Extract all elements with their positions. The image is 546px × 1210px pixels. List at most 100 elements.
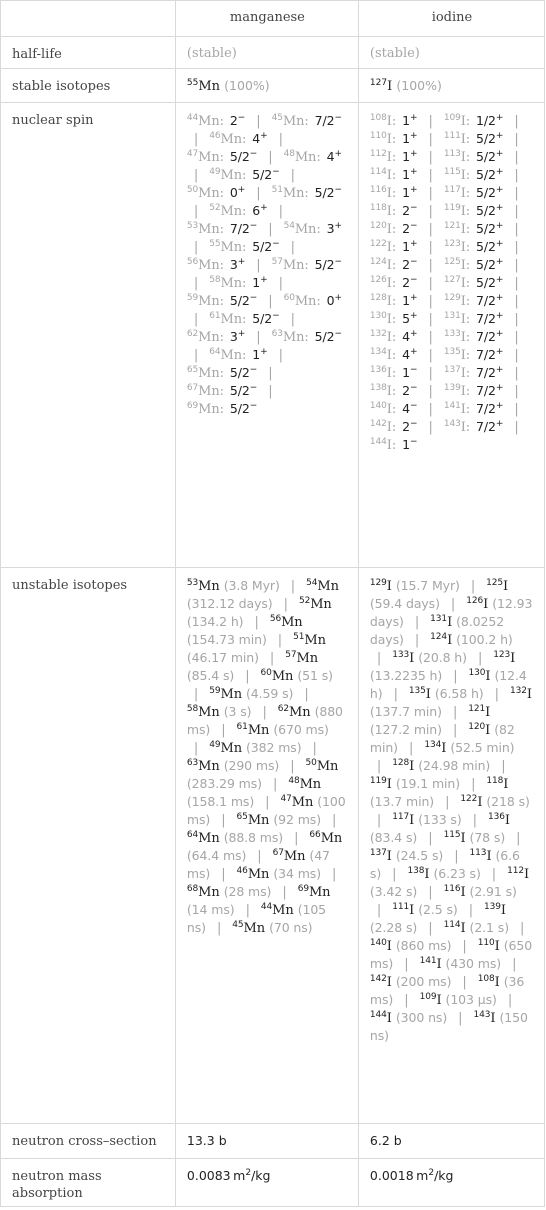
mass-number: 52 (298, 596, 311, 606)
mass-number: 138 (407, 866, 425, 876)
spin: 5/2 (229, 401, 250, 416)
element-symbol: I: (460, 114, 471, 129)
spin: 5/2 (476, 185, 496, 200)
spin: 2 (229, 113, 238, 128)
element-symbol: I (503, 777, 509, 792)
spin-value: 4+ (402, 347, 417, 362)
spin: 1 (402, 167, 410, 182)
mass-number: 50 (305, 758, 317, 768)
element-symbol: I: (386, 276, 397, 291)
separator: | (193, 741, 199, 756)
element-symbol: I: (386, 366, 397, 381)
spin-value: 5/2− (315, 257, 342, 272)
separator: | (462, 939, 467, 954)
parity: + (409, 113, 418, 123)
half-life: (2.91 s) (469, 884, 517, 899)
mass-number: 128 (392, 758, 410, 768)
mass-number: 126 (369, 275, 387, 285)
element-symbol: Mn (317, 579, 339, 594)
unstable-isotope-entry: 117I (133 s) (392, 812, 461, 828)
separator: | (193, 204, 199, 219)
mass-number: 119 (369, 776, 387, 786)
half-life: (2.5 s) (418, 902, 458, 917)
row-label: stable isotopes (0, 68, 176, 103)
separator: | (193, 687, 199, 702)
half-life: (59.4 days) (369, 596, 440, 611)
element-symbol: I: (460, 348, 471, 363)
mass-number: 68 (186, 884, 199, 894)
element-symbol: I (409, 813, 415, 828)
parity: − (409, 401, 418, 411)
spin: 4 (252, 131, 261, 146)
spin-value: 2− (402, 221, 417, 236)
mass-number: 112 (507, 866, 525, 876)
mass-number: 45 (232, 920, 244, 930)
spin-value: 5/2− (230, 293, 257, 308)
separator: | (428, 312, 433, 327)
separator: | (257, 849, 262, 864)
half-life: (78 s) (469, 830, 506, 845)
spin: 5/2 (252, 311, 273, 326)
row-neutron-mass-absorption: neutron mass absorption 0.0083 m2/kg 0.0… (0, 1158, 546, 1207)
mass-number: 58 (186, 704, 199, 714)
nuclear-spin-entry: 48Mn: 4+ (284, 149, 342, 165)
unstable-isotope-entry: 64Mn (88.8 ms) (187, 830, 284, 846)
parity: + (495, 311, 504, 321)
spin: 5/2 (252, 239, 273, 254)
mass-number: 60 (260, 668, 272, 678)
half-life: (88.8 ms) (223, 830, 284, 845)
mass-number: 126 (466, 596, 484, 606)
spin-value: 5/2− (230, 149, 257, 164)
element-symbol: Mn: (294, 222, 321, 237)
unstable-isotope-entry: 63Mn (290 ms) (187, 758, 279, 774)
spin: 5/2 (314, 185, 335, 200)
element-symbol: I (386, 579, 392, 594)
element-symbol: I: (386, 384, 397, 399)
mass-number: 127 (443, 275, 461, 285)
separator: | (278, 132, 283, 147)
half-life: (154.73 min) (186, 632, 267, 647)
half-life: (382 ms) (246, 740, 302, 755)
nuclear-spin-entry: 59Mn: 5/2− (187, 293, 257, 309)
separator: | (393, 687, 398, 702)
separator: | (428, 420, 433, 435)
mass-number: 58 (209, 275, 221, 285)
iodine-neutron-cross-section: 6.2 b (357, 1123, 546, 1159)
spin: 4 (402, 329, 410, 344)
mass-number: 49 (209, 167, 221, 177)
separator: | (514, 222, 519, 237)
half-life: (13.2235 h) (369, 668, 443, 683)
manganese-nuclear-spin-list: 44Mn: 2− | 45Mn: 7/2− | 46Mn: 4+ | 47Mn: 5/2… (174, 102, 359, 568)
half-life: (83.4 s) (369, 830, 418, 845)
separator: | (514, 168, 519, 183)
element-symbol: I: (386, 132, 397, 147)
separator: | (428, 114, 433, 129)
half-life: (20.8 h) (418, 650, 467, 665)
header-row: manganese iodine (0, 0, 546, 37)
spin-value: 1+ (402, 167, 417, 182)
element-symbol: Mn (308, 885, 331, 900)
separator: | (514, 366, 519, 381)
spin: 2 (402, 221, 410, 236)
half-life: (2.1 s) (469, 920, 510, 935)
parity: + (495, 131, 504, 141)
separator: | (221, 867, 226, 882)
mass-number: 140 (369, 938, 387, 948)
spin: 4 (402, 401, 410, 416)
spin: 3 (229, 257, 238, 272)
unstable-isotope-entry: 115I (78 s) (444, 830, 506, 846)
element-symbol: Mn (289, 705, 311, 720)
mass-number: 48 (288, 776, 300, 786)
unstable-isotope-entry: 134I (52.5 min) (424, 740, 514, 756)
separator: | (428, 222, 433, 237)
mass-number: 53 (186, 221, 199, 231)
half-life: (70 ns) (269, 920, 313, 935)
element-symbol: Mn (310, 597, 332, 612)
separator: | (514, 204, 519, 219)
mass-number: 56 (186, 257, 199, 267)
mass-number: 57 (285, 650, 297, 660)
parity: + (495, 257, 504, 267)
unstable-isotope-entry: 65Mn (92 ms) (237, 812, 322, 828)
nuclear-spin-entry: 127I: 5/2+ (443, 275, 504, 291)
separator: | (462, 975, 467, 990)
